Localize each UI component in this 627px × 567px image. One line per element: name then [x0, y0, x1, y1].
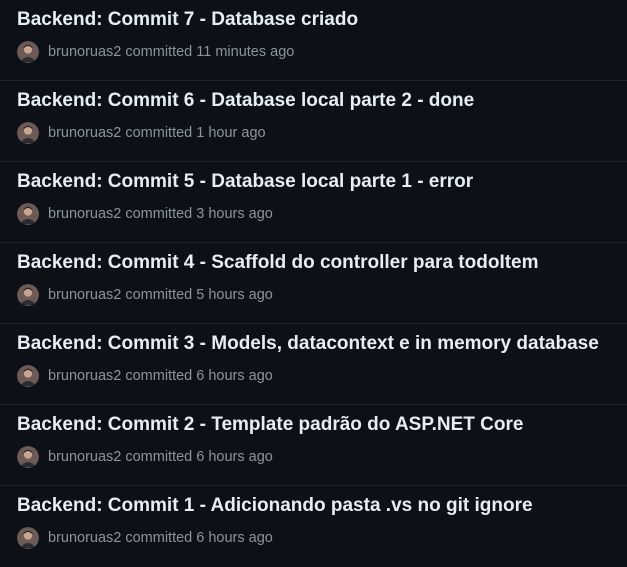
commit-meta: brunoruas2 committed 5 hours ago: [17, 284, 273, 306]
commit-list: Backend: Commit 7 - Database criado brun…: [0, 0, 627, 567]
commit-title-link[interactable]: Backend: Commit 6 - Database local parte…: [17, 90, 474, 112]
commit-author-link[interactable]: brunoruas2: [48, 449, 121, 465]
user-avatar-icon[interactable]: [17, 41, 39, 63]
commit-item: Backend: Commit 5 - Database local parte…: [0, 162, 627, 243]
commit-verb: committed: [125, 530, 193, 546]
commit-meta: brunoruas2 committed 1 hour ago: [17, 122, 266, 144]
commit-item: Backend: Commit 6 - Database local parte…: [0, 81, 627, 162]
commit-item: Backend: Commit 2 - Template padrão do A…: [0, 405, 627, 486]
user-avatar-icon[interactable]: [17, 203, 39, 225]
commit-title-link[interactable]: Backend: Commit 1 - Adicionando pasta .v…: [17, 495, 533, 517]
commit-title-link[interactable]: Backend: Commit 2 - Template padrão do A…: [17, 414, 523, 436]
commit-meta: brunoruas2 committed 6 hours ago: [17, 446, 273, 468]
commit-author-link[interactable]: brunoruas2: [48, 125, 121, 141]
commit-time[interactable]: 5 hours ago: [196, 287, 273, 303]
user-avatar-icon[interactable]: [17, 365, 39, 387]
user-avatar-icon[interactable]: [17, 122, 39, 144]
commit-time[interactable]: 11 minutes ago: [196, 44, 294, 60]
user-avatar-icon[interactable]: [17, 446, 39, 468]
commit-verb: committed: [125, 287, 193, 303]
commit-meta: brunoruas2 committed 3 hours ago: [17, 203, 273, 225]
commit-time[interactable]: 3 hours ago: [196, 206, 273, 222]
commit-author-link[interactable]: brunoruas2: [48, 206, 121, 222]
commit-author-link[interactable]: brunoruas2: [48, 530, 121, 546]
commit-title-link[interactable]: Backend: Commit 7 - Database criado: [17, 9, 358, 31]
commit-verb: committed: [125, 125, 193, 141]
commit-time[interactable]: 1 hour ago: [196, 125, 265, 141]
commit-verb: committed: [125, 44, 193, 60]
commit-author-link[interactable]: brunoruas2: [48, 44, 121, 60]
commit-author-link[interactable]: brunoruas2: [48, 287, 121, 303]
commit-time[interactable]: 6 hours ago: [196, 368, 273, 384]
commit-title-link[interactable]: Backend: Commit 5 - Database local parte…: [17, 171, 473, 193]
user-avatar-icon[interactable]: [17, 527, 39, 549]
commit-verb: committed: [125, 449, 193, 465]
commit-meta: brunoruas2 committed 6 hours ago: [17, 527, 273, 549]
commit-meta: brunoruas2 committed 11 minutes ago: [17, 41, 294, 63]
commit-time[interactable]: 6 hours ago: [196, 449, 273, 465]
commit-verb: committed: [125, 206, 193, 222]
commit-title-link[interactable]: Backend: Commit 3 - Models, datacontext …: [17, 333, 599, 355]
commit-author-link[interactable]: brunoruas2: [48, 368, 121, 384]
commit-item: Backend: Commit 4 - Scaffold do controll…: [0, 243, 627, 324]
user-avatar-icon[interactable]: [17, 284, 39, 306]
commit-verb: committed: [125, 368, 193, 384]
commit-title-link[interactable]: Backend: Commit 4 - Scaffold do controll…: [17, 252, 539, 274]
commit-item: Backend: Commit 1 - Adicionando pasta .v…: [0, 486, 627, 567]
commit-time[interactable]: 6 hours ago: [196, 530, 273, 546]
commit-item: Backend: Commit 3 - Models, datacontext …: [0, 324, 627, 405]
commit-item: Backend: Commit 7 - Database criado brun…: [0, 0, 627, 81]
commit-meta: brunoruas2 committed 6 hours ago: [17, 365, 273, 387]
